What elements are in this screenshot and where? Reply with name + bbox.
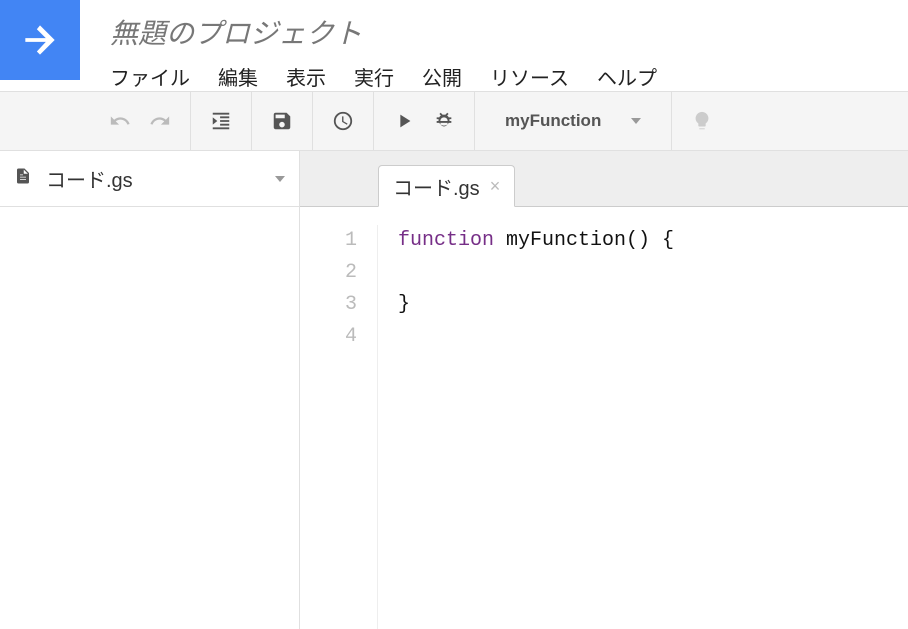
function-select[interactable]: myFunction xyxy=(485,111,661,131)
line-gutter: 1234 xyxy=(300,225,378,629)
line-number: 2 xyxy=(300,257,357,289)
menu-file[interactable]: ファイル xyxy=(110,62,190,91)
run-button[interactable] xyxy=(384,101,424,141)
menu-run[interactable]: 実行 xyxy=(354,62,394,91)
indent-icon xyxy=(210,110,232,132)
hints-button[interactable] xyxy=(682,101,722,141)
close-icon[interactable]: × xyxy=(490,176,501,197)
app-logo[interactable] xyxy=(0,0,80,80)
toolbar-separator xyxy=(190,92,191,150)
code-line[interactable] xyxy=(398,257,674,289)
header-right: 無題のプロジェクト ファイル 編集 表示 実行 公開 リソース ヘルプ xyxy=(80,0,908,91)
undo-icon xyxy=(109,110,131,132)
chevron-down-icon xyxy=(631,118,641,124)
project-title[interactable]: 無題のプロジェクト xyxy=(110,12,908,52)
menu-edit[interactable]: 編集 xyxy=(218,62,258,91)
toolbar: myFunction xyxy=(0,91,908,151)
indent-button[interactable] xyxy=(201,101,241,141)
code-line[interactable]: function myFunction() { xyxy=(398,225,674,257)
toolbar-separator xyxy=(671,92,672,150)
sidebar-file-item[interactable]: コード.gs xyxy=(0,151,299,207)
sidebar-file-name: コード.gs xyxy=(46,164,133,193)
code-content[interactable]: function myFunction() { } xyxy=(378,225,674,629)
toolbar-separator xyxy=(312,92,313,150)
debug-button[interactable] xyxy=(424,101,464,141)
redo-icon xyxy=(149,110,171,132)
menu-view[interactable]: 表示 xyxy=(286,62,326,91)
file-icon xyxy=(14,165,32,193)
code-line[interactable]: } xyxy=(398,289,674,321)
line-number: 4 xyxy=(300,321,357,353)
toolbar-separator xyxy=(251,92,252,150)
editor-tab-label: コード.gs xyxy=(393,172,480,201)
menu-publish[interactable]: 公開 xyxy=(422,62,462,91)
code-line[interactable] xyxy=(398,321,674,353)
main: コード.gs コード.gs × 1234 function myFunction… xyxy=(0,151,908,629)
undo-button[interactable] xyxy=(100,101,140,141)
editor-area: コード.gs × 1234 function myFunction() { } xyxy=(300,151,908,629)
tabbar: コード.gs × xyxy=(300,151,908,207)
triggers-button[interactable] xyxy=(323,101,363,141)
chevron-down-icon[interactable] xyxy=(275,176,285,182)
toolbar-separator xyxy=(373,92,374,150)
redo-button[interactable] xyxy=(140,101,180,141)
arrow-right-icon xyxy=(18,18,62,62)
clock-icon xyxy=(332,110,354,132)
bug-icon xyxy=(433,110,455,132)
header: 無題のプロジェクト ファイル 編集 表示 実行 公開 リソース ヘルプ xyxy=(0,0,908,91)
save-button[interactable] xyxy=(262,101,302,141)
editor-tab[interactable]: コード.gs × xyxy=(378,165,515,207)
sidebar: コード.gs xyxy=(0,151,300,629)
menu-help[interactable]: ヘルプ xyxy=(597,62,657,91)
play-icon xyxy=(393,110,415,132)
menu-resources[interactable]: リソース xyxy=(490,62,569,91)
code-editor[interactable]: 1234 function myFunction() { } xyxy=(300,207,908,629)
function-select-label: myFunction xyxy=(505,111,601,131)
menubar: ファイル 編集 表示 実行 公開 リソース ヘルプ xyxy=(110,62,908,91)
line-number: 1 xyxy=(300,225,357,257)
line-number: 3 xyxy=(300,289,357,321)
save-icon xyxy=(271,110,293,132)
lightbulb-icon xyxy=(691,110,713,132)
toolbar-separator xyxy=(474,92,475,150)
